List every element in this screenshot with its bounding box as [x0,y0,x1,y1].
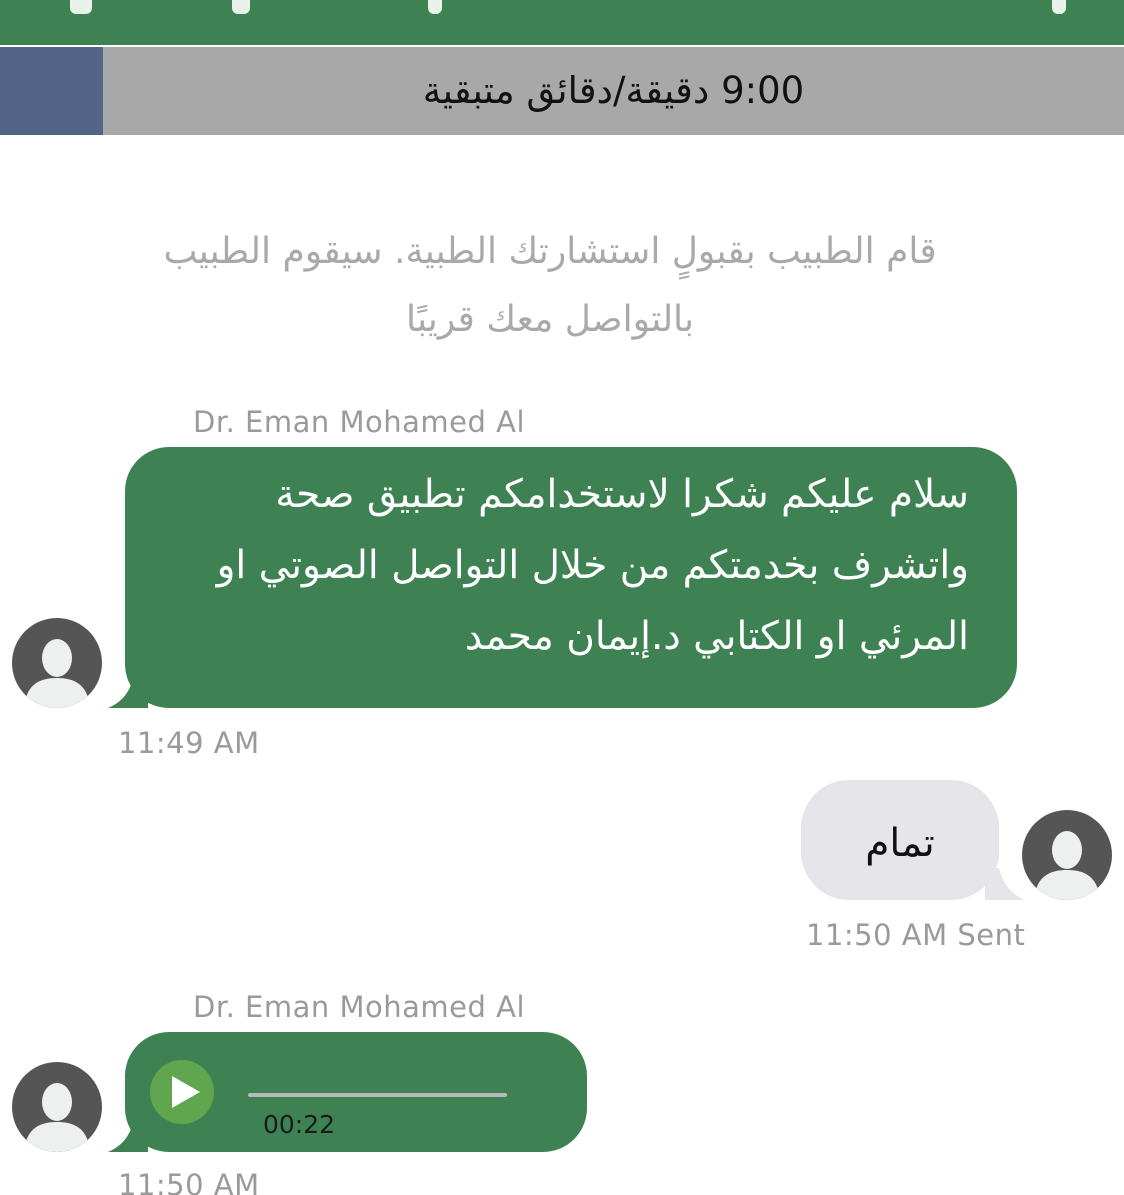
play-button[interactable] [150,1060,214,1124]
message-line: المرئي او الكتابي د.إيمان محمد [464,614,969,659]
outgoing-message-bubble[interactable]: تمام [801,780,999,900]
remaining-time-bar: 9:00 دقيقة/دقائق متبقية [0,47,1124,135]
message-line: سلام عليكم شكرا لاستخدامكم تطبيق صحة [275,472,969,517]
user-silhouette-icon [12,618,102,708]
message-timestamp: 11:49 AM [118,726,260,760]
title-fragment [428,0,442,14]
system-message: قام الطبيب بقبولٍ استشارتك الطبية. سيقوم… [163,231,937,340]
message-line: واتشرف بخدمتكم من خلال التواصل الصوتي او [216,543,969,588]
app-bar [0,0,1124,45]
incoming-audio-bubble: 00:22 [125,1032,587,1152]
message-timestamp: 11:50 AM [118,1168,260,1195]
back-icon[interactable] [70,0,92,14]
user-silhouette-icon [1022,810,1112,900]
play-icon [172,1076,200,1108]
incoming-message-bubble[interactable]: سلام عليكم شكرا لاستخدامكم تطبيق صحة وات… [125,447,1017,708]
menu-icon[interactable] [1052,0,1066,14]
remaining-time-label: 9:00 دقيقة/دقائق متبقية [422,69,805,112]
title-fragment [232,0,250,14]
message-text: تمام [865,821,935,866]
audio-duration: 00:22 [263,1110,336,1139]
chat-screen: 9:00 دقيقة/دقائق متبقية قام الطبيب بقبول… [0,0,1124,1195]
user-silhouette-icon [12,1062,102,1152]
sender-name: Dr. Eman Mohamed Al [193,405,525,439]
audio-progress-track[interactable] [248,1093,507,1097]
time-progress-fill [0,47,103,135]
message-timestamp: 11:50 AM Sent [806,918,1026,952]
sender-name: Dr. Eman Mohamed Al [193,990,525,1024]
